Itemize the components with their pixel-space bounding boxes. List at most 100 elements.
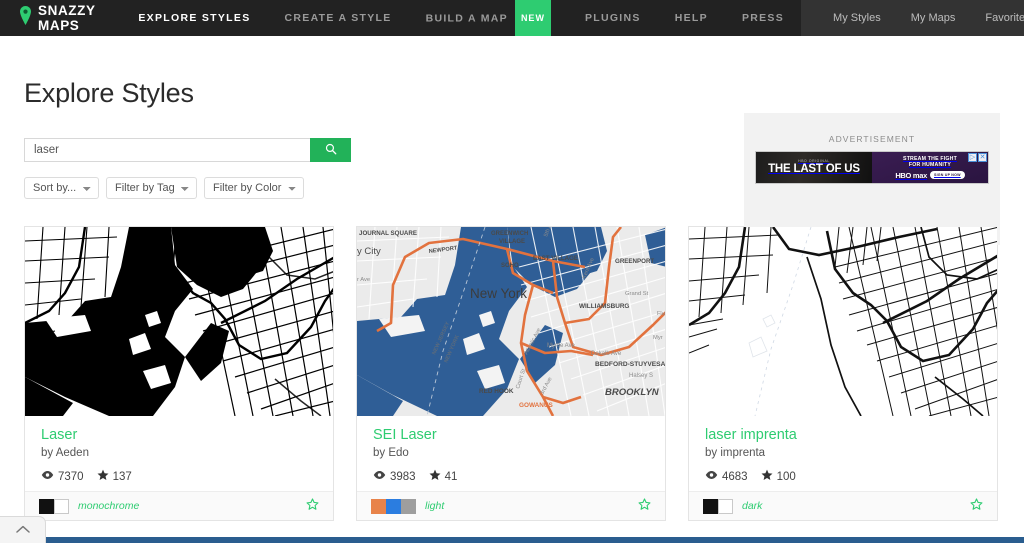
ad-brand-row: HBO max SIGN UP NOW xyxy=(895,170,965,180)
view-count: 4683 xyxy=(705,470,748,483)
favorite-toggle-button[interactable] xyxy=(970,498,983,514)
brand-logo-link[interactable]: SNAZZY MAPS xyxy=(20,3,95,33)
favorite-count: 137 xyxy=(97,469,132,484)
chevron-up-icon xyxy=(15,521,30,539)
style-card-body: SEI Laser by Edo 3983 41 xyxy=(357,416,665,491)
sort-by-select[interactable]: Sort by... xyxy=(24,177,99,199)
style-card-footer: dark xyxy=(689,491,997,520)
page-content: Explore Styles Sort by... Filter by Tag … xyxy=(0,36,1024,521)
svg-text:JOURNAL SQUARE: JOURNAL SQUARE xyxy=(359,230,417,237)
nav-item-my-maps[interactable]: My Maps xyxy=(897,0,970,36)
style-author: by Edo xyxy=(373,447,409,460)
style-card-body: laser imprenta by imprenta 4683 100 xyxy=(689,416,997,491)
svg-text:Flus: Flus xyxy=(657,311,665,317)
svg-text:BEDFORD-STUYVESA: BEDFORD-STUYVESA xyxy=(595,361,665,368)
search-icon xyxy=(325,143,337,158)
style-card-body: Laser by Aeden 7370 137 xyxy=(25,416,333,491)
primary-nav-links: EXPLORE STYLES CREATE A STYLE BUILD A MA… xyxy=(121,0,801,39)
style-card[interactable]: laser imprenta by imprenta 4683 100 dark xyxy=(688,226,998,521)
nav-label: PRESS xyxy=(741,12,785,24)
nav-label: CREATE A STYLE xyxy=(284,12,392,24)
style-tag-link[interactable]: dark xyxy=(742,500,762,512)
search-submit-button[interactable] xyxy=(310,138,351,162)
style-stats: 4683 100 xyxy=(705,469,981,484)
eye-icon xyxy=(373,470,386,483)
nav-label: PLUGINS xyxy=(584,12,641,24)
svg-text:SOHO: SOHO xyxy=(501,263,519,269)
nav-label: EXPLORE STYLES xyxy=(138,12,251,24)
ad-title: THE LAST OF US xyxy=(768,162,860,175)
star-filled-icon xyxy=(429,469,441,484)
svg-text:VILLAGE: VILLAGE xyxy=(499,239,525,245)
map-pin-icon xyxy=(20,6,31,30)
nav-item-create-a-style[interactable]: CREATE A STYLE xyxy=(268,0,409,36)
nav-item-favorites[interactable]: Favorites xyxy=(971,0,1024,36)
svg-text:BROOKLYN: BROOKLYN xyxy=(605,387,660,398)
svg-text:Grand St: Grand St xyxy=(625,291,649,297)
style-stats: 7370 137 xyxy=(41,469,317,484)
style-name-link[interactable]: Laser xyxy=(41,427,317,444)
favorite-count-value: 100 xyxy=(776,470,796,483)
style-name-link[interactable]: laser imprenta xyxy=(705,427,981,444)
star-outline-icon xyxy=(638,498,651,514)
color-swatch xyxy=(401,498,416,514)
style-card[interactable]: JOURNAL SQUARE GREENWICH VILLAGE y City … xyxy=(356,226,666,521)
color-swatch xyxy=(718,498,733,514)
color-swatches xyxy=(371,498,416,514)
style-author: by imprenta xyxy=(705,447,766,460)
page-bottom-bar xyxy=(0,537,1024,543)
svg-text:New York: New York xyxy=(470,286,527,301)
style-card-footer: monochrome xyxy=(25,491,333,520)
nav-right-group: My Styles My Maps Favorites xyxy=(801,0,1024,36)
search-input[interactable] xyxy=(24,138,310,162)
view-count-value: 4683 xyxy=(722,470,748,483)
favorite-count: 100 xyxy=(761,469,796,484)
nav-item-plugins[interactable]: PLUGINS xyxy=(568,0,658,36)
style-tag-link[interactable]: light xyxy=(425,500,444,512)
ad-cta-button[interactable]: SIGN UP NOW xyxy=(929,171,965,179)
favorite-count-value: 137 xyxy=(112,470,132,483)
eye-icon xyxy=(705,470,718,483)
color-swatch xyxy=(386,498,401,514)
style-tag-link[interactable]: monochrome xyxy=(78,500,139,512)
nav-item-help[interactable]: HELP xyxy=(658,0,725,36)
favorite-toggle-button[interactable] xyxy=(638,498,651,514)
search-form xyxy=(24,138,351,162)
svg-text:GOWANUS: GOWANUS xyxy=(519,402,553,409)
nav-item-my-styles[interactable]: My Styles xyxy=(819,0,895,36)
favorite-count-value: 41 xyxy=(444,470,458,483)
style-thumbnail-outline[interactable] xyxy=(689,227,997,416)
filter-by-tag-select[interactable]: Filter by Tag xyxy=(106,177,197,199)
view-count-value: 7370 xyxy=(58,470,84,483)
adchoices-icon[interactable]: ▷ xyxy=(968,153,977,162)
eye-icon xyxy=(41,470,54,483)
nav-item-press[interactable]: PRESS xyxy=(725,0,801,36)
nav-item-explore-styles[interactable]: EXPLORE STYLES xyxy=(121,0,267,36)
color-swatch xyxy=(703,498,718,514)
advertisement-banner[interactable]: HBO ORIGINAL THE LAST OF US STREAM THE F… xyxy=(755,151,989,184)
color-swatches xyxy=(703,498,733,514)
close-icon[interactable]: ✕ xyxy=(978,153,987,162)
advertisement-label: ADVERTISEMENT xyxy=(828,134,916,144)
svg-text:r Ave: r Ave xyxy=(357,277,370,283)
ad-copy-line-2: FOR HUMANITY xyxy=(908,162,952,168)
color-swatch xyxy=(54,498,69,514)
svg-text:y City: y City xyxy=(357,246,381,257)
favorite-toggle-button[interactable] xyxy=(306,498,319,514)
scroll-to-top-button[interactable] xyxy=(0,516,46,543)
favorite-count: 41 xyxy=(429,469,458,484)
view-count-value: 3983 xyxy=(390,470,416,483)
ad-brand-name: HBO max xyxy=(895,170,927,180)
style-card[interactable]: Laser by Aeden 7370 137 monochrome xyxy=(24,226,334,521)
style-author: by Aeden xyxy=(41,447,89,460)
filter-by-color-select[interactable]: Filter by Color xyxy=(204,177,304,199)
nav-item-build-a-map[interactable]: BUILD A MAP NEW xyxy=(409,0,568,39)
nav-left-group: SNAZZY MAPS EXPLORE STYLES CREATE A STYL… xyxy=(0,0,801,39)
svg-text:GREENPORT: GREENPORT xyxy=(615,258,654,265)
star-outline-icon xyxy=(306,498,319,514)
style-thumbnail-monochrome[interactable] xyxy=(25,227,333,416)
svg-text:EAST VILLAGE: EAST VILLAGE xyxy=(533,255,578,262)
style-cards-grid: Laser by Aeden 7370 137 monochrome JOURN… xyxy=(24,226,1000,521)
style-thumbnail-light[interactable]: JOURNAL SQUARE GREENWICH VILLAGE y City … xyxy=(357,227,665,416)
style-name-link[interactable]: SEI Laser xyxy=(373,427,649,444)
